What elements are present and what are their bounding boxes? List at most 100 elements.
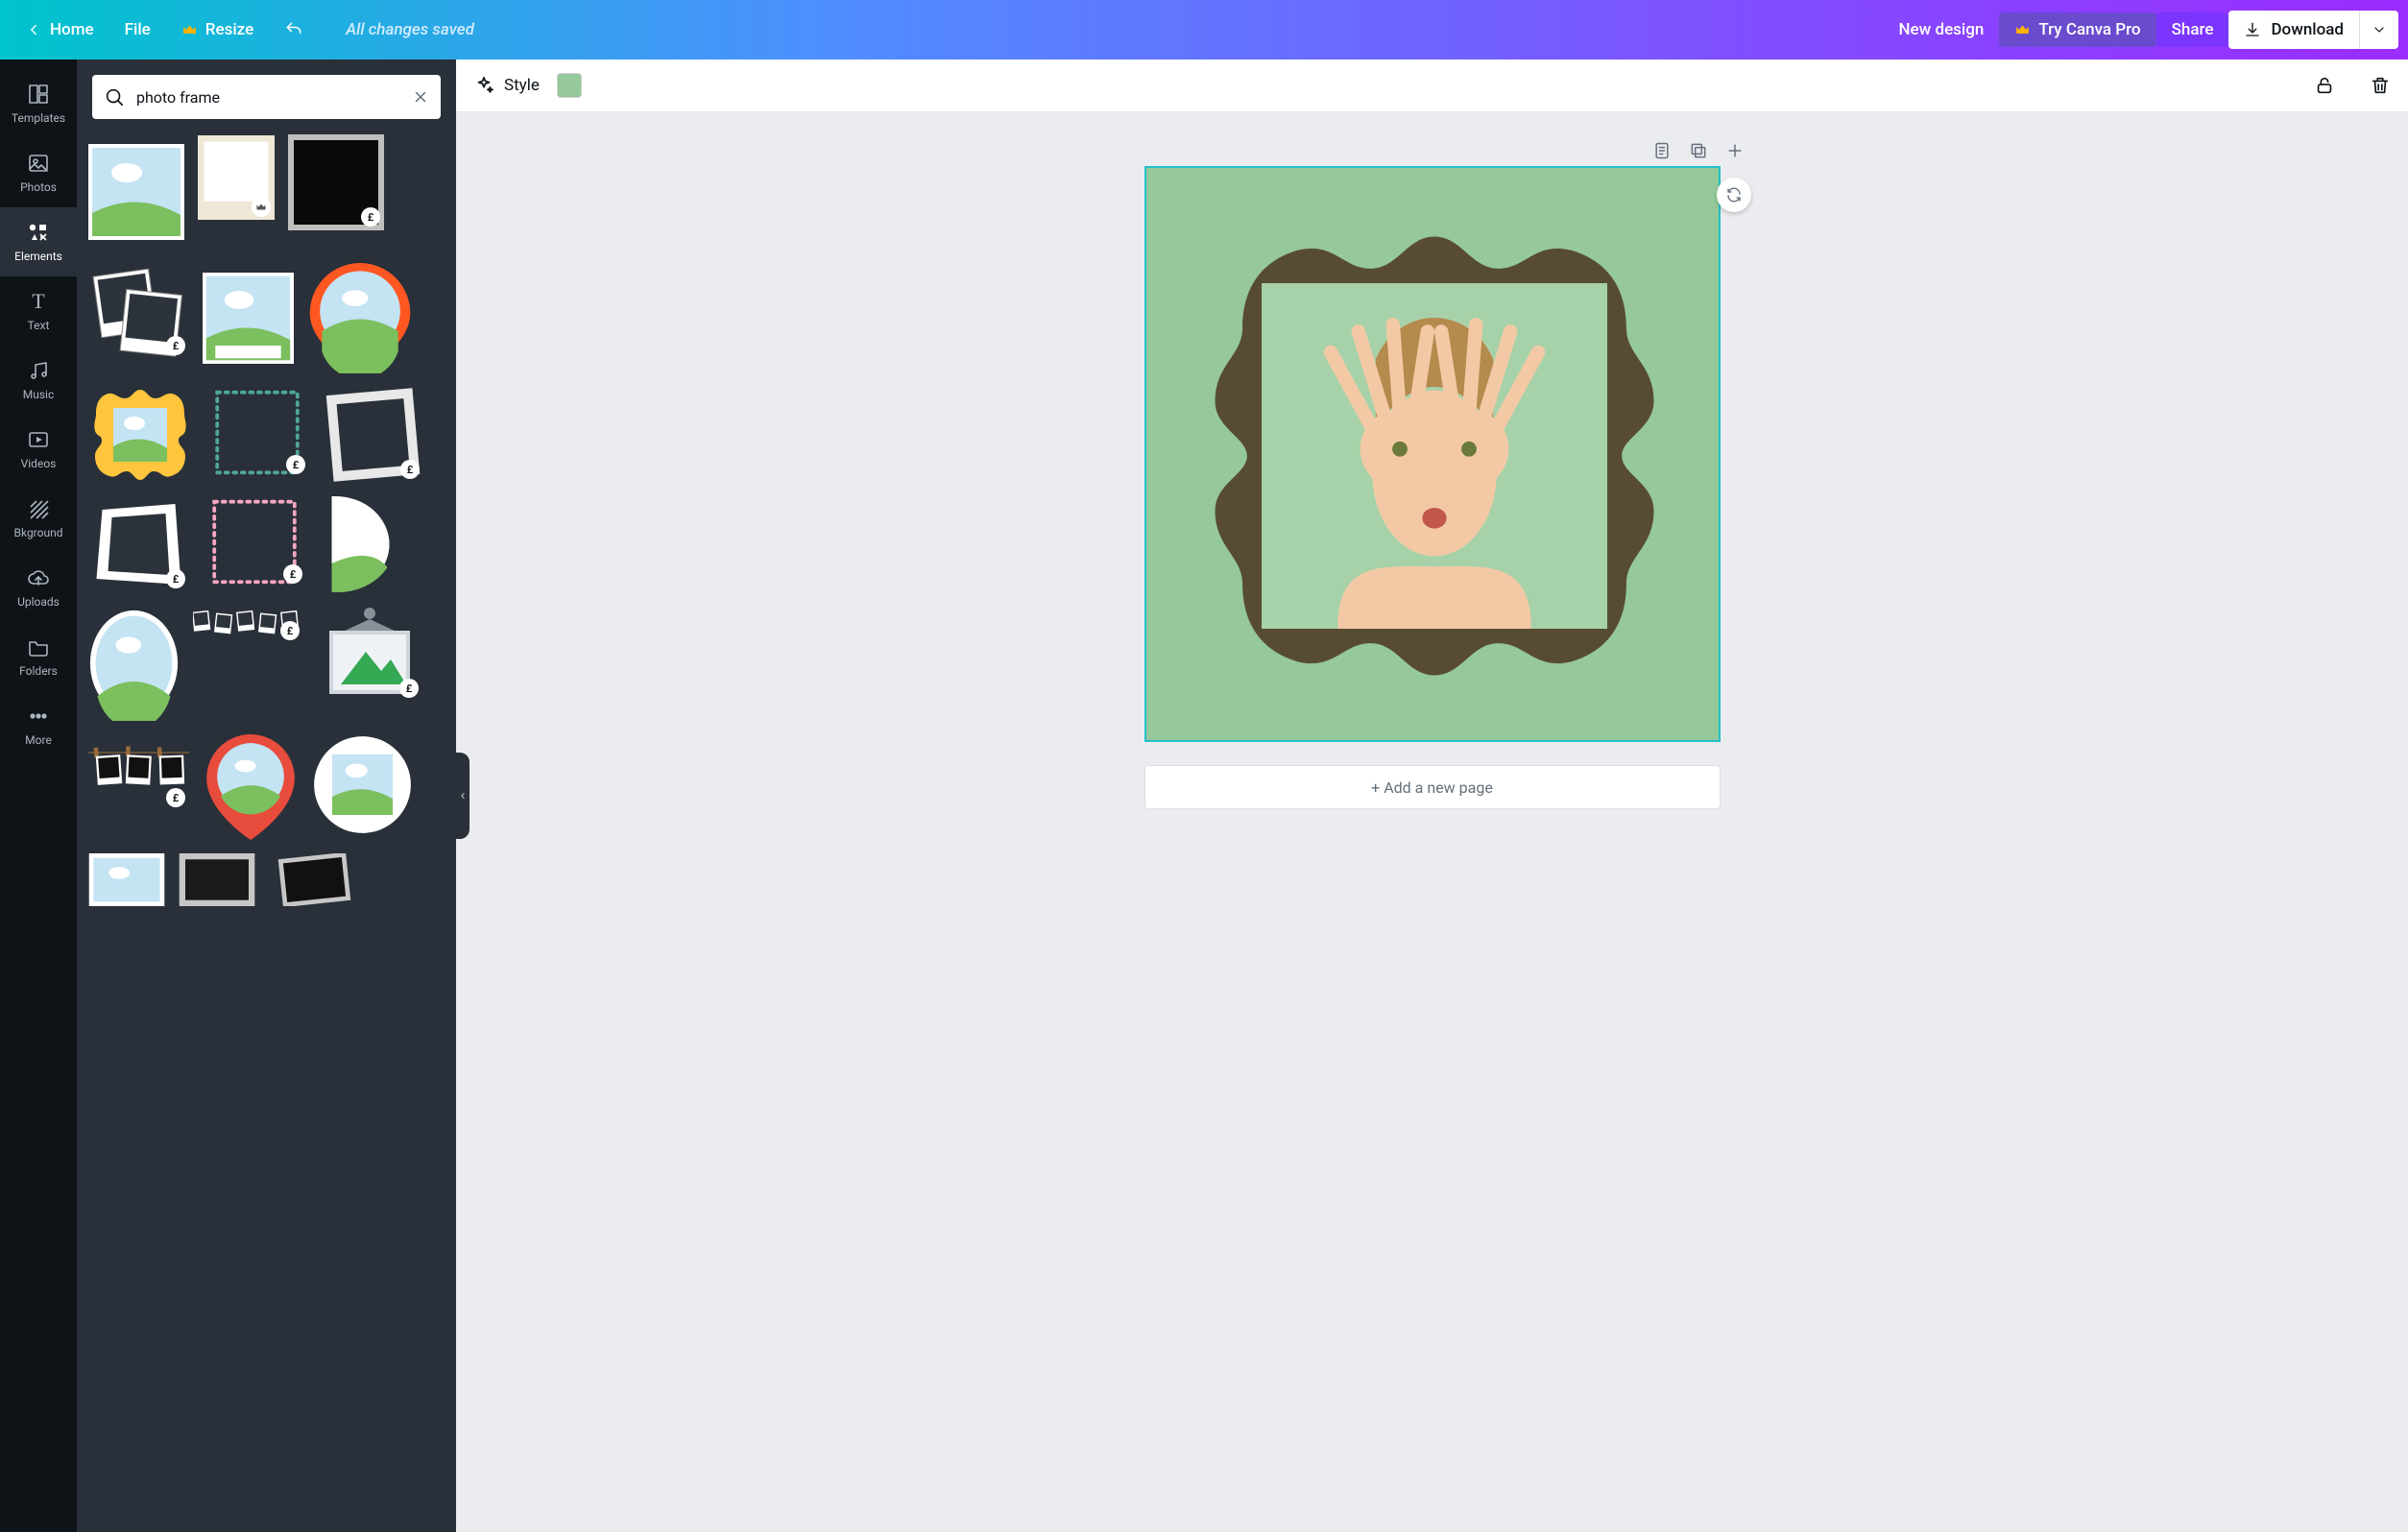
thumb-oval-landscape[interactable] [88, 606, 180, 721]
search-icon [104, 86, 125, 108]
rail-videos[interactable]: Videos [0, 415, 77, 484]
price-badge: £ [283, 564, 302, 584]
rail-elements[interactable]: Elements [0, 207, 77, 276]
rail-label: Bkground [14, 526, 63, 539]
search-input[interactable] [136, 88, 412, 107]
thumb-circle-landscape[interactable] [312, 734, 413, 835]
rail-uploads[interactable]: Uploads [0, 553, 77, 622]
refresh-icon [1725, 186, 1743, 203]
rail-folders[interactable]: Folders [0, 622, 77, 691]
price-badge: £ [400, 460, 420, 479]
canvas-page[interactable] [1144, 166, 1721, 742]
chevron-down-icon [2372, 22, 2387, 37]
elements-panel: ££ £££££££ [77, 60, 456, 1532]
thumb-half-circle[interactable] [320, 496, 401, 592]
new-design-label: New design [1898, 20, 1984, 39]
style-label: Style [504, 76, 540, 95]
thumb-landscape-caption[interactable] [203, 263, 294, 373]
download-label: Download [2271, 20, 2344, 39]
color-swatch[interactable] [557, 73, 582, 98]
page-controls [1120, 141, 1745, 160]
thumb-stamp-teal[interactable]: £ [205, 387, 309, 478]
rail-photos[interactable]: Photos [0, 138, 77, 207]
sparkle-icon [473, 75, 494, 96]
thumb-dark-polaroid[interactable] [179, 853, 255, 906]
rail-music[interactable]: Music [0, 346, 77, 415]
videos-icon [27, 428, 50, 451]
remix-button[interactable] [1717, 178, 1751, 212]
download-more-button[interactable] [2359, 11, 2398, 49]
rail-bkground[interactable]: Bkground [0, 484, 77, 553]
home-label: Home [50, 20, 94, 39]
undo-icon [284, 20, 303, 39]
share-button[interactable]: Share [2156, 12, 2229, 47]
thumb-perspective-white[interactable]: £ [88, 496, 189, 592]
rail-more[interactable]: More [0, 691, 77, 760]
price-badge: £ [166, 788, 185, 807]
rail-label: Templates [12, 111, 65, 125]
rail-label: Photos [20, 180, 57, 194]
thumb-tilted-white[interactable]: £ [323, 387, 423, 483]
thumb-red-pin[interactable] [203, 734, 299, 840]
thumb-stamp-pink[interactable]: £ [203, 496, 306, 587]
new-design-button[interactable]: New design [1883, 12, 1999, 47]
thumb-polaroid-sepia[interactable] [198, 134, 275, 221]
clear-search-icon[interactable] [412, 88, 429, 106]
rail-label: Folders [19, 664, 58, 678]
thumb-ornate-yellow[interactable] [88, 387, 192, 483]
rail-label: More [25, 733, 52, 747]
thumb-blue-sky-frame[interactable] [88, 853, 165, 906]
thumb-orange-pin[interactable] [307, 263, 413, 373]
photo-frame-slot[interactable] [1262, 283, 1607, 629]
text-icon: T [27, 290, 50, 313]
resize-label: Resize [205, 20, 253, 39]
left-rail: Templates Photos Elements T Text Music V… [0, 60, 77, 1532]
search-field[interactable] [92, 75, 441, 119]
download-group: Download [2228, 11, 2398, 49]
try-pro-label: Try Canva Pro [2038, 20, 2140, 39]
try-canva-pro-button[interactable]: Try Canva Pro [1999, 12, 2155, 47]
share-label: Share [2172, 20, 2214, 39]
thumb-three-pegged[interactable]: £ [88, 734, 189, 811]
thumb-black-square-frame[interactable]: £ [288, 134, 384, 230]
crown-icon [181, 22, 198, 38]
file-label: File [125, 20, 151, 39]
top-bar: Home File Resize All changes saved New d… [0, 0, 2408, 60]
chevron-left-icon [25, 21, 42, 38]
resize-button[interactable]: Resize [166, 12, 269, 47]
pro-badge [252, 198, 271, 217]
duplicate-page-icon[interactable] [1689, 141, 1708, 160]
thumb-polaroid-chain[interactable]: £ [193, 606, 303, 644]
workspace: Style [456, 60, 2408, 1532]
home-button[interactable]: Home [10, 12, 109, 47]
rail-label: Videos [21, 457, 57, 470]
unlock-icon[interactable] [2314, 75, 2335, 96]
rail-label: Music [23, 388, 54, 401]
add-page-icon[interactable] [1725, 141, 1745, 160]
rail-text[interactable]: T Text [0, 276, 77, 346]
rail-label: Elements [14, 250, 62, 263]
rail-templates[interactable]: Templates [0, 69, 77, 138]
thumb-grid: ££ £££££££ [88, 134, 445, 906]
uploads-icon [27, 566, 50, 589]
results-scroll[interactable]: ££ £££££££ [77, 134, 456, 1532]
style-button[interactable]: Style [473, 75, 540, 96]
undo-button[interactable] [269, 12, 319, 47]
download-button[interactable]: Download [2228, 11, 2359, 49]
thumb-landscape-card[interactable] [88, 134, 184, 250]
thumb-tilted-dark[interactable] [269, 853, 360, 906]
rail-label: Text [28, 319, 50, 332]
music-icon [27, 359, 50, 382]
file-menu[interactable]: File [109, 12, 166, 47]
collapse-panel-button[interactable] [456, 753, 470, 839]
add-new-page-button[interactable]: + Add a new page [1144, 765, 1721, 809]
trash-icon[interactable] [2370, 75, 2391, 96]
thumb-double-polaroid[interactable]: £ [88, 263, 189, 359]
photos-icon [27, 152, 50, 175]
price-badge: £ [166, 569, 185, 588]
notes-icon[interactable] [1652, 141, 1672, 160]
thumb-hanger-landscape[interactable]: £ [317, 606, 422, 702]
price-badge: £ [399, 679, 419, 698]
download-icon [2244, 21, 2261, 38]
crown-icon [2014, 22, 2031, 38]
